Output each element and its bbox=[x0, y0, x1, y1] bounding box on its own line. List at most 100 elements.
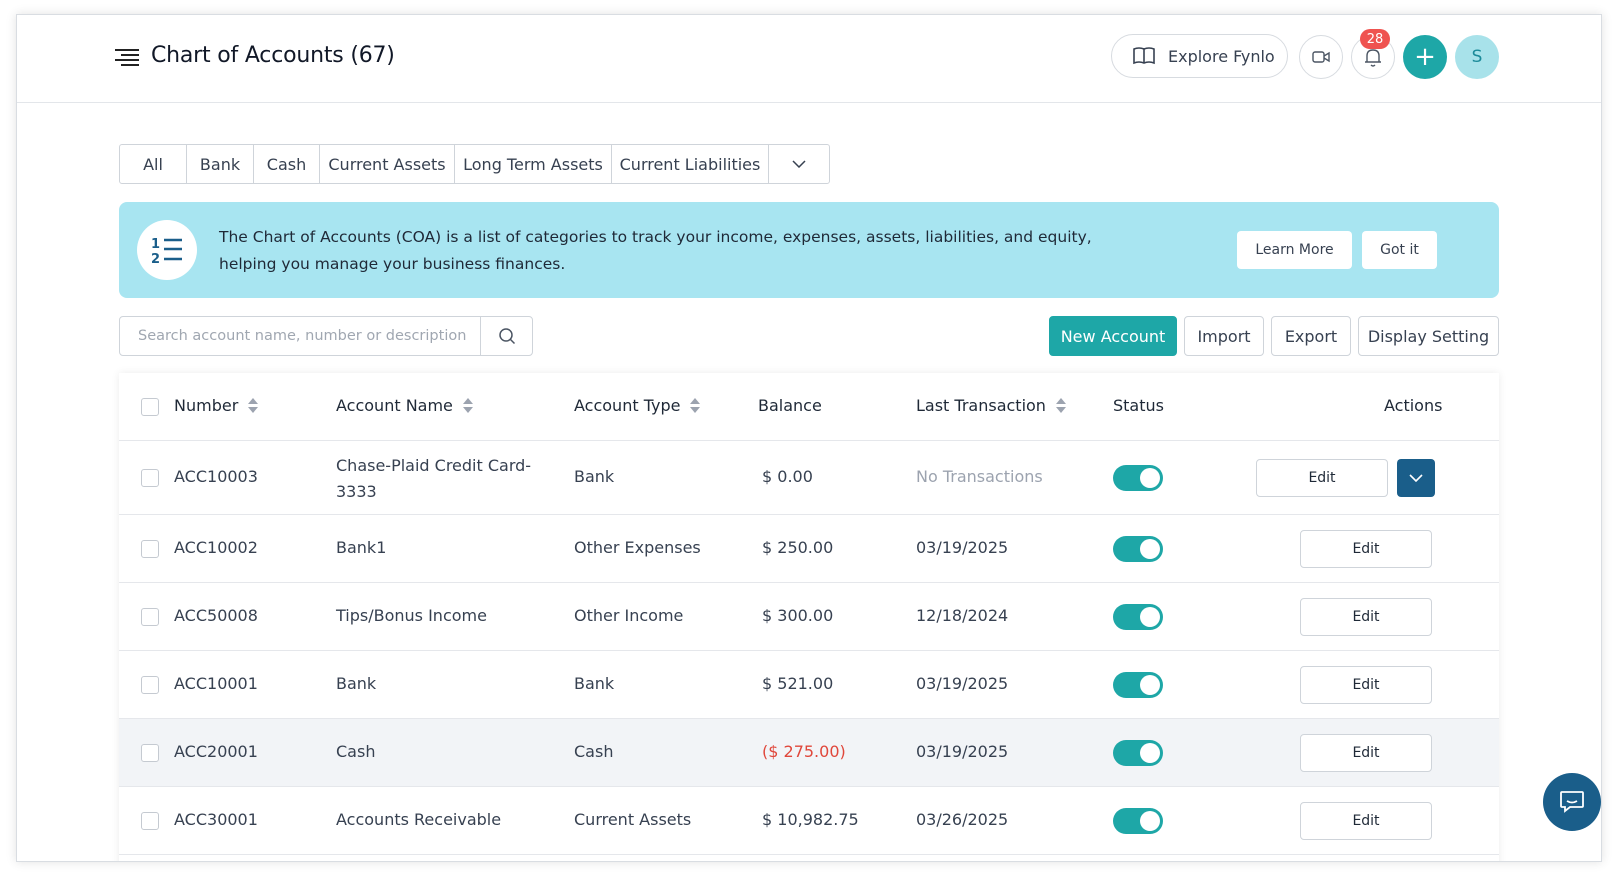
edit-button[interactable]: Edit bbox=[1300, 802, 1432, 840]
row-checkbox[interactable] bbox=[141, 540, 159, 558]
svg-text:1: 1 bbox=[151, 237, 160, 252]
chevron-down-icon bbox=[792, 160, 806, 168]
status-toggle[interactable] bbox=[1113, 536, 1163, 562]
status-toggle[interactable] bbox=[1113, 465, 1163, 491]
notification-badge: 28 bbox=[1360, 29, 1390, 49]
account-type: Other Expenses bbox=[574, 538, 701, 557]
search-button[interactable] bbox=[480, 317, 532, 355]
account-name[interactable]: Bank bbox=[336, 674, 376, 693]
column-actions-label: Actions bbox=[1384, 396, 1443, 415]
row-checkbox[interactable] bbox=[141, 812, 159, 830]
last-transaction: 03/19/2025 bbox=[916, 742, 1009, 761]
account-balance: $ 250.00 bbox=[762, 538, 834, 557]
edit-button[interactable]: Edit bbox=[1256, 459, 1388, 497]
column-balance-label: Balance bbox=[758, 396, 822, 415]
explore-fynlo-button[interactable]: Explore Fynlo bbox=[1111, 34, 1288, 78]
table-row: ACC50008 Tips/Bonus Income Other Income … bbox=[119, 583, 1499, 651]
account-name[interactable]: Tips/Bonus Income bbox=[336, 606, 487, 625]
account-filter-tabs: All Bank Cash Current Assets Long Term A… bbox=[119, 144, 830, 184]
add-button[interactable]: + bbox=[1403, 35, 1447, 79]
account-balance: $ 521.00 bbox=[762, 674, 834, 693]
avatar[interactable]: S bbox=[1455, 35, 1499, 79]
info-banner: 1 2 The Chart of Accounts (COA) is a lis… bbox=[119, 202, 1499, 298]
search-icon bbox=[498, 328, 515, 345]
last-transaction: 12/18/2024 bbox=[916, 606, 1009, 625]
import-button[interactable]: Import bbox=[1184, 316, 1264, 356]
tab-bank[interactable]: Bank bbox=[187, 145, 254, 183]
tab-all[interactable]: All bbox=[120, 145, 187, 183]
table-row: ACC10002 Bank1 Other Expenses $ 250.00 0… bbox=[119, 515, 1499, 583]
got-it-button[interactable]: Got it bbox=[1362, 231, 1437, 269]
account-name[interactable]: Cash bbox=[336, 742, 375, 761]
select-all-checkbox[interactable] bbox=[141, 398, 159, 416]
book-icon bbox=[1133, 47, 1155, 65]
tab-current-assets[interactable]: Current Assets bbox=[320, 145, 455, 183]
export-button[interactable]: Export bbox=[1271, 316, 1351, 356]
column-last-transaction[interactable]: Last Transaction bbox=[916, 396, 1066, 415]
account-type: Current Assets bbox=[574, 810, 692, 829]
last-transaction: No Transactions bbox=[916, 467, 1043, 486]
more-actions-button[interactable] bbox=[1397, 459, 1435, 497]
row-checkbox[interactable] bbox=[141, 744, 159, 762]
account-balance: $ 0.00 bbox=[762, 467, 813, 486]
edit-button[interactable]: Edit bbox=[1300, 530, 1432, 568]
tab-current-liabilities[interactable]: Current Liabilities bbox=[612, 145, 769, 183]
column-status: Status bbox=[1113, 396, 1164, 415]
account-number: ACC10001 bbox=[174, 674, 258, 693]
chevron-down-icon bbox=[1409, 474, 1423, 482]
new-account-button[interactable]: New Account bbox=[1049, 316, 1177, 356]
edit-button[interactable]: Edit bbox=[1300, 734, 1432, 772]
search-input[interactable] bbox=[120, 317, 480, 355]
tab-cash[interactable]: Cash bbox=[254, 145, 320, 183]
tabs-more-dropdown[interactable] bbox=[769, 145, 829, 183]
edit-button[interactable]: Edit bbox=[1300, 598, 1432, 636]
account-type: Other Income bbox=[574, 606, 684, 625]
column-status-label: Status bbox=[1113, 396, 1164, 415]
status-toggle[interactable] bbox=[1113, 672, 1163, 698]
tab-long-term-assets[interactable]: Long Term Assets bbox=[455, 145, 612, 183]
table-row: ACC20001 Cash Cash ($ 275.00) 03/19/2025… bbox=[119, 719, 1499, 787]
menu-icon[interactable] bbox=[115, 49, 139, 67]
video-button[interactable] bbox=[1299, 35, 1343, 79]
chat-support-button[interactable] bbox=[1543, 773, 1601, 831]
column-number-label: Number bbox=[174, 396, 239, 415]
bell-icon bbox=[1365, 49, 1381, 67]
page-title: Chart of Accounts (67) bbox=[151, 43, 395, 68]
account-name[interactable]: Bank1 bbox=[336, 538, 386, 557]
account-number: ACC50008 bbox=[174, 606, 258, 625]
account-number: ACC20001 bbox=[174, 742, 258, 761]
table-row: ACC10001 Bank Bank $ 521.00 03/19/2025 E… bbox=[119, 651, 1499, 719]
accounts-table: Number Account Name Account Type Balance… bbox=[119, 373, 1499, 861]
table-row: ACC10003 Chase-Plaid Credit Card-3333 Ba… bbox=[119, 441, 1499, 515]
edit-button[interactable]: Edit bbox=[1300, 666, 1432, 704]
status-toggle[interactable] bbox=[1113, 604, 1163, 630]
column-account-name[interactable]: Account Name bbox=[336, 396, 473, 415]
column-account-name-label: Account Name bbox=[336, 396, 453, 415]
column-balance: Balance bbox=[758, 396, 822, 415]
column-number[interactable]: Number bbox=[174, 396, 259, 415]
table-row: ACC30001 Accounts Receivable Current Ass… bbox=[119, 787, 1499, 855]
account-type: Bank bbox=[574, 674, 615, 693]
learn-more-button[interactable]: Learn More bbox=[1237, 231, 1352, 269]
svg-text:2: 2 bbox=[151, 252, 160, 265]
account-name[interactable]: Accounts Receivable bbox=[336, 810, 501, 829]
explore-fynlo-label: Explore Fynlo bbox=[1168, 46, 1275, 66]
column-account-type-label: Account Type bbox=[574, 396, 681, 415]
account-balance: $ 10,982.75 bbox=[762, 810, 859, 829]
status-toggle[interactable] bbox=[1113, 808, 1163, 834]
column-actions: Actions bbox=[1384, 396, 1442, 415]
display-setting-button[interactable]: Display Setting bbox=[1358, 316, 1499, 356]
sort-icon bbox=[1055, 397, 1066, 414]
status-toggle[interactable] bbox=[1113, 740, 1163, 766]
numbered-list-icon: 1 2 bbox=[137, 220, 197, 280]
row-checkbox[interactable] bbox=[141, 676, 159, 694]
account-name[interactable]: Chase-Plaid Credit Card-3333 bbox=[336, 453, 546, 505]
chat-icon bbox=[1560, 791, 1584, 813]
last-transaction: 03/19/2025 bbox=[916, 674, 1009, 693]
row-checkbox[interactable] bbox=[141, 469, 159, 487]
row-checkbox[interactable] bbox=[141, 608, 159, 626]
column-last-transaction-label: Last Transaction bbox=[916, 396, 1046, 415]
sort-icon bbox=[690, 397, 701, 414]
account-number: ACC10002 bbox=[174, 538, 258, 557]
column-account-type[interactable]: Account Type bbox=[574, 396, 701, 415]
